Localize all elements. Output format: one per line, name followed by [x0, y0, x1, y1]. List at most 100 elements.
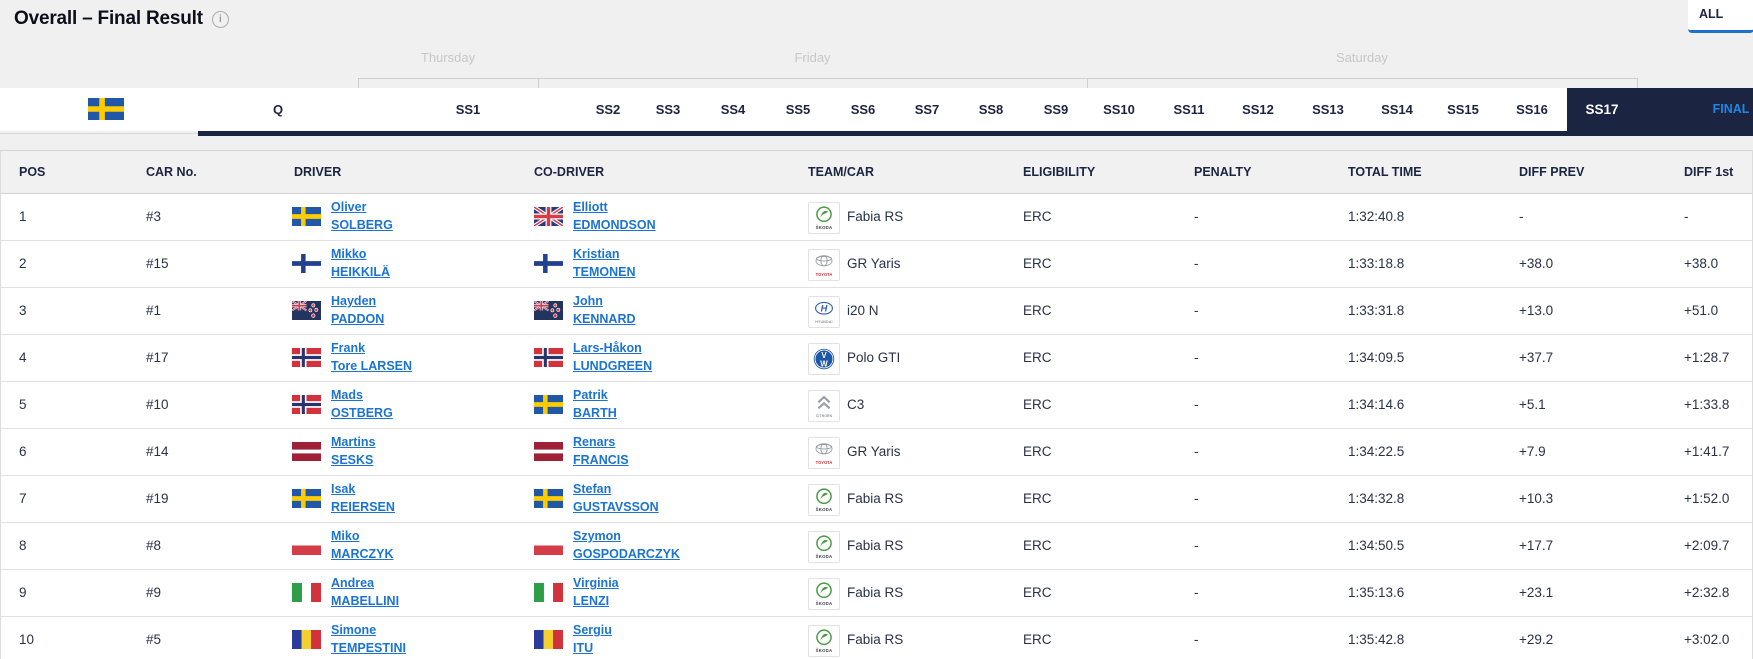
- stage-tab-ss13[interactable]: SS13: [1312, 88, 1344, 131]
- driver-first-name-link[interactable]: Mikko: [331, 246, 390, 262]
- driver-last-name-link[interactable]: SESKS: [331, 452, 375, 468]
- driver-first-name-link[interactable]: Isak: [331, 481, 395, 497]
- driver-flag-icon: [292, 583, 321, 602]
- stage-tab-ss3[interactable]: SS3: [656, 88, 681, 131]
- driver-last-name-link[interactable]: HEIKKILÄ: [331, 264, 390, 280]
- page-header: Overall – Final Result i: [14, 8, 229, 30]
- stage-tab-ss10[interactable]: SS10: [1103, 88, 1135, 131]
- driver-last-name-link[interactable]: REIERSEN: [331, 499, 395, 515]
- car-model-label: Fabia RS: [847, 632, 904, 647]
- stage-tab-ss15[interactable]: SS15: [1447, 88, 1479, 131]
- driver-last-name-link[interactable]: Tore LARSEN: [331, 358, 412, 374]
- codriver-last-name-link[interactable]: ITU: [573, 640, 612, 656]
- column-header-total-time: TOTAL TIME: [1348, 165, 1422, 179]
- column-header-car-no-: CAR No.: [146, 165, 197, 179]
- codriver-last-name-link[interactable]: KENNARD: [573, 311, 636, 327]
- stage-tab-ss8[interactable]: SS8: [979, 88, 1004, 131]
- codriver-last-name-link[interactable]: FRANCIS: [573, 452, 629, 468]
- stage-tab-q[interactable]: Q: [273, 88, 283, 131]
- eligibility-value: ERC: [1023, 350, 1052, 365]
- active-stage-tab[interactable]: SS17 FINAL: [1567, 88, 1753, 136]
- codriver-last-name-link[interactable]: GUSTAVSSON: [573, 499, 659, 515]
- driver-last-name-link[interactable]: MARCZYK: [331, 546, 394, 562]
- diff-prev-value: -: [1519, 209, 1524, 224]
- stage-tab-ss9[interactable]: SS9: [1044, 88, 1069, 131]
- codriver-first-name-link[interactable]: Elliott: [573, 199, 656, 215]
- driver-last-name-link[interactable]: MABELLINI: [331, 593, 399, 609]
- car-number-value: #15: [146, 256, 169, 271]
- driver-first-name-link[interactable]: Oliver: [331, 199, 393, 215]
- codriver-first-name-link[interactable]: Renars: [573, 434, 629, 450]
- diff-prev-value: +5.1: [1519, 397, 1546, 412]
- codriver-flag-icon: [533, 300, 563, 320]
- penalty-value: -: [1194, 538, 1199, 553]
- car-number-value: #17: [146, 350, 169, 365]
- driver-flag-icon: [292, 489, 321, 508]
- day-label-saturday: Saturday: [1335, 50, 1389, 65]
- day-label-thursday: Thursday: [420, 50, 476, 65]
- codriver-first-name-link[interactable]: Szymon: [573, 528, 680, 544]
- all-tab[interactable]: ALL: [1688, 0, 1753, 33]
- column-header-co-driver: CO-DRIVER: [534, 165, 605, 179]
- codriver-first-name-link[interactable]: Kristian: [573, 246, 636, 262]
- driver-last-name-link[interactable]: PADDON: [331, 311, 384, 327]
- stage-tab-ss5[interactable]: SS5: [786, 88, 811, 131]
- stage-tab-ss16[interactable]: SS16: [1516, 88, 1548, 131]
- codriver-flag-icon: [534, 536, 563, 555]
- codriver-first-name-link[interactable]: Sergiu: [573, 622, 612, 638]
- driver-first-name-link[interactable]: Mads: [331, 387, 393, 403]
- driver-first-name-link[interactable]: Andrea: [331, 575, 399, 591]
- penalty-value: -: [1194, 491, 1199, 506]
- eligibility-value: ERC: [1023, 303, 1052, 318]
- codriver-last-name-link[interactable]: EDMONDSON: [573, 217, 656, 233]
- codriver-first-name-link[interactable]: John: [573, 293, 636, 309]
- driver-last-name-link[interactable]: SOLBERG: [331, 217, 393, 233]
- diff-first-value: +3:02.0: [1684, 632, 1730, 647]
- codriver-last-name-link[interactable]: BARTH: [573, 405, 617, 421]
- penalty-value: -: [1194, 585, 1199, 600]
- codriver-flag-icon: [534, 254, 563, 273]
- driver-first-name-link[interactable]: Martins: [331, 434, 375, 450]
- codriver-last-name-link[interactable]: GOSPODARCZYK: [573, 546, 680, 562]
- codriver-first-name-link[interactable]: Stefan: [573, 481, 659, 497]
- codriver-flag-icon: [534, 489, 563, 508]
- stage-tab-ss11[interactable]: SS11: [1173, 88, 1204, 131]
- stage-tab-ss14[interactable]: SS14: [1381, 88, 1413, 131]
- position-value: 7: [19, 491, 27, 506]
- driver-first-name-link[interactable]: Frank: [331, 340, 412, 356]
- car-number-value: #5: [146, 632, 162, 647]
- car-number-value: #8: [146, 538, 162, 553]
- driver-first-name-link[interactable]: Hayden: [331, 293, 384, 309]
- driver-first-name-link[interactable]: Simone: [331, 622, 406, 638]
- car-brand-logo-icon: ŠKODA: [808, 578, 840, 610]
- codriver-first-name-link[interactable]: Virginia: [573, 575, 619, 591]
- codriver-first-name-link[interactable]: Patrik: [573, 387, 617, 403]
- stage-tab-ss7[interactable]: SS7: [915, 88, 940, 131]
- codriver-last-name-link[interactable]: LENZI: [573, 593, 619, 609]
- codriver-first-name-link[interactable]: Lars-Håkon: [573, 340, 652, 356]
- stage-tab-ss17[interactable]: SS17: [1585, 88, 1618, 131]
- table-row: 8 #8 Miko MARCZYK Szymon GOSPODARCZYK ŠK…: [1, 523, 1752, 570]
- diff-first-value: +1:33.8: [1684, 397, 1730, 412]
- diff-prev-value: +37.7: [1519, 350, 1554, 365]
- driver-last-name-link[interactable]: TEMPESTINI: [331, 640, 406, 656]
- codriver-last-name-link[interactable]: TEMONEN: [573, 264, 636, 280]
- stage-tab-ss2[interactable]: SS2: [596, 88, 621, 131]
- eligibility-value: ERC: [1023, 209, 1052, 224]
- stage-tab-ss12[interactable]: SS12: [1242, 88, 1274, 131]
- car-model-label: GR Yaris: [847, 444, 901, 459]
- stage-tab-ss6[interactable]: SS6: [851, 88, 876, 131]
- stage-tab-ss1[interactable]: SS1: [456, 88, 481, 131]
- info-icon[interactable]: i: [211, 10, 229, 28]
- diff-first-value: +2:09.7: [1684, 538, 1730, 553]
- diff-prev-value: +7.9: [1519, 444, 1546, 459]
- codriver-flag-icon: [533, 205, 564, 228]
- driver-first-name-link[interactable]: Miko: [331, 528, 394, 544]
- stage-tab-ss4[interactable]: SS4: [721, 88, 746, 131]
- codriver-last-name-link[interactable]: LUNDGREEN: [573, 358, 652, 374]
- final-tab[interactable]: FINAL: [1713, 88, 1750, 131]
- svg-text:CITROËN: CITROËN: [816, 414, 833, 418]
- driver-last-name-link[interactable]: OSTBERG: [331, 405, 393, 421]
- total-time-value: 1:35:13.6: [1348, 585, 1405, 600]
- svg-text:TOYOTA: TOYOTA: [816, 460, 833, 465]
